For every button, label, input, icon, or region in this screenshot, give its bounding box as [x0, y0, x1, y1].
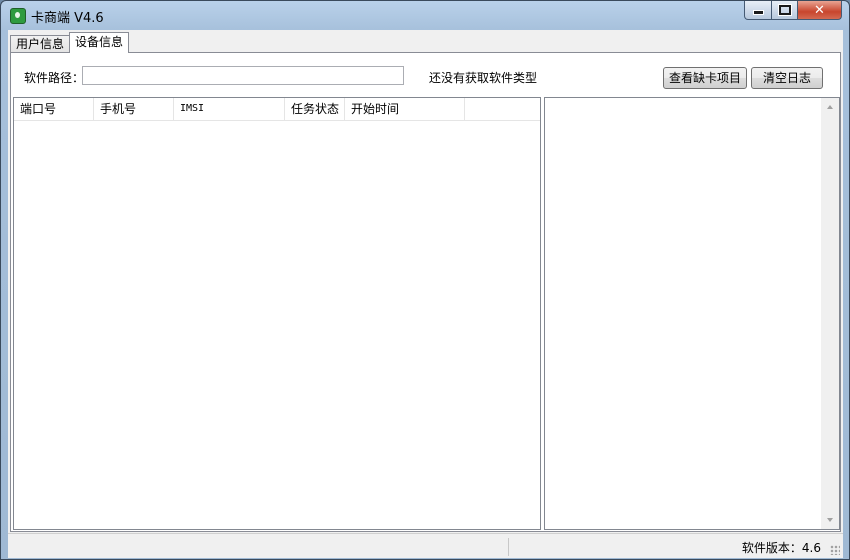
maximize-icon	[777, 4, 792, 16]
status-bar-separator	[508, 538, 509, 556]
column-header-phone[interactable]: 手机号	[94, 98, 174, 120]
column-header-task-status[interactable]: 任务状态	[285, 98, 345, 120]
status-bar: 软件版本：4.6	[8, 533, 843, 558]
title-bar[interactable]: 卡商端 V4.6 ✕	[1, 1, 849, 29]
column-header-filler	[465, 98, 539, 120]
software-type-status: 还没有获取软件类型	[429, 71, 538, 85]
column-header-port[interactable]: 端口号	[14, 98, 94, 120]
client-area: 用户信息 设备信息 软件路径： 还没有获取软件类型 查看缺卡项目 清空日志 端口…	[8, 30, 843, 558]
view-lack-items-button[interactable]: 查看缺卡项目	[663, 67, 747, 89]
minimize-button[interactable]	[744, 1, 772, 20]
window-title: 卡商端 V4.6	[31, 11, 104, 26]
log-vertical-scrollbar[interactable]	[821, 98, 839, 529]
main-window: 卡商端 V4.6 ✕ 用户信息 设备信息 软件路径： 还没有获取软件类型 查看缺…	[0, 0, 850, 560]
minimize-icon	[752, 10, 764, 15]
column-header-imsi[interactable]: IMSI	[174, 98, 285, 120]
software-path-label: 软件路径：	[24, 71, 85, 85]
app-icon	[10, 8, 26, 24]
device-list-header: 端口号 手机号 IMSI 任务状态 开始时间	[14, 98, 540, 121]
column-header-start-time[interactable]: 开始时间	[345, 98, 465, 120]
clear-log-button[interactable]: 清空日志	[751, 67, 823, 89]
window-controls: ✕	[744, 1, 842, 20]
close-icon: ✕	[814, 2, 825, 18]
log-textbox[interactable]	[544, 97, 840, 530]
resize-grip-icon[interactable]	[830, 545, 840, 555]
maximize-button[interactable]	[772, 1, 798, 20]
software-path-input[interactable]	[82, 66, 404, 85]
device-info-panel: 软件路径： 还没有获取软件类型 查看缺卡项目 清空日志 端口号 手机号 IMSI…	[10, 52, 841, 532]
tab-strip: 用户信息 设备信息	[10, 32, 130, 53]
tab-device-info[interactable]: 设备信息	[69, 32, 130, 53]
tab-user-info[interactable]: 用户信息	[10, 35, 71, 53]
close-button[interactable]: ✕	[798, 1, 842, 20]
scroll-down-arrow-icon[interactable]	[827, 518, 833, 522]
device-list[interactable]: 端口号 手机号 IMSI 任务状态 开始时间	[13, 97, 541, 530]
scroll-up-arrow-icon[interactable]	[827, 105, 833, 109]
software-version: 软件版本：4.6	[741, 541, 821, 555]
